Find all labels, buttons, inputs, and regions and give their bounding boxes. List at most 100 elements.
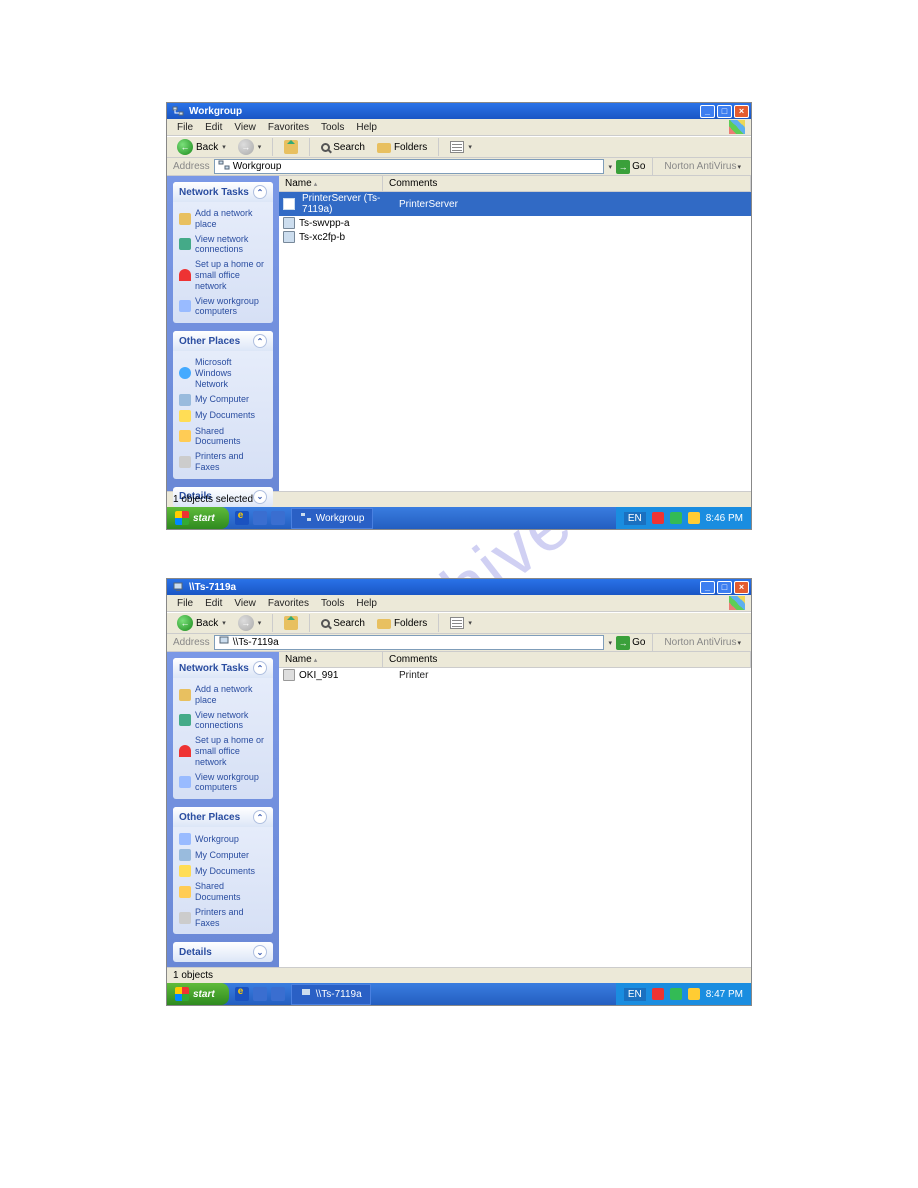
search-button[interactable]: Search	[317, 617, 369, 630]
link-workgroup[interactable]: Workgroup	[179, 831, 267, 847]
panel-header[interactable]: Network Tasks⌃	[173, 182, 273, 202]
list-item[interactable]: PrinterServer (Ts-7119a) PrinterServer	[279, 192, 751, 216]
menu-edit[interactable]: Edit	[199, 122, 228, 133]
views-button[interactable]	[446, 616, 476, 630]
separator	[438, 138, 439, 156]
ie-icon[interactable]	[235, 511, 249, 525]
menu-tools[interactable]: Tools	[315, 122, 350, 133]
menu-favorites[interactable]: Favorites	[262, 598, 315, 609]
column-comments[interactable]: Comments	[383, 652, 751, 667]
link-shared-documents[interactable]: Shared Documents	[179, 879, 267, 905]
minimize-button[interactable]: _	[700, 105, 715, 118]
menu-help[interactable]: Help	[350, 598, 383, 609]
collapse-icon[interactable]: ⌃	[253, 810, 267, 824]
link-view-connections[interactable]: View network connections	[179, 708, 267, 734]
ie-icon[interactable]	[235, 987, 249, 1001]
menu-view[interactable]: View	[228, 598, 262, 609]
maximize-button[interactable]: □	[717, 105, 732, 118]
expand-icon[interactable]: ⌄	[253, 490, 267, 504]
close-button[interactable]: ×	[734, 581, 749, 594]
list-item[interactable]: Ts-xc2fp-b	[279, 230, 751, 244]
menu-file[interactable]: File	[171, 598, 199, 609]
back-button[interactable]: ←Back	[173, 614, 230, 632]
panel-header[interactable]: Other Places⌃	[173, 807, 273, 827]
link-workgroup-computers[interactable]: View workgroup computers	[179, 770, 267, 796]
network-icon	[300, 511, 312, 526]
column-comments[interactable]: Comments	[383, 176, 751, 191]
window-title: Workgroup	[187, 106, 700, 117]
titlebar[interactable]: \\Ts-7119a _ □ ×	[167, 579, 751, 595]
tray-icon[interactable]	[670, 988, 682, 1000]
titlebar[interactable]: Workgroup _ □ ×	[167, 103, 751, 119]
clock[interactable]: 8:46 PM	[706, 513, 743, 524]
minimize-button[interactable]: _	[700, 581, 715, 594]
up-button[interactable]	[280, 615, 302, 631]
quick-launch-icon[interactable]	[271, 511, 285, 525]
menu-favorites[interactable]: Favorites	[262, 122, 315, 133]
taskbar-item[interactable]: Workgroup	[291, 508, 374, 529]
language-indicator[interactable]: EN	[624, 512, 646, 525]
list-item[interactable]: Ts-swvpp-a	[279, 216, 751, 230]
maximize-button[interactable]: □	[717, 581, 732, 594]
column-name[interactable]: Name	[279, 652, 383, 667]
link-my-computer[interactable]: My Computer	[179, 847, 267, 863]
quick-launch-icon[interactable]	[271, 987, 285, 1001]
link-add-network-place[interactable]: Add a network place	[179, 206, 267, 232]
go-button[interactable]: →Go	[616, 636, 645, 650]
start-button[interactable]: start	[167, 983, 229, 1005]
tray-icon[interactable]	[652, 988, 664, 1000]
tray-icon[interactable]	[652, 512, 664, 524]
address-field[interactable]: Workgroup	[214, 159, 604, 174]
link-add-network-place[interactable]: Add a network place	[179, 682, 267, 708]
norton-antivirus[interactable]: Norton AntiVirus	[660, 637, 745, 648]
tray-icon[interactable]	[670, 512, 682, 524]
folders-button[interactable]: Folders	[373, 140, 431, 154]
forward-button[interactable]: →	[234, 614, 266, 632]
link-printers-faxes[interactable]: Printers and Faxes	[179, 905, 267, 931]
taskbar-item[interactable]: \\Ts-7119a	[291, 984, 371, 1005]
quick-launch-icon[interactable]	[253, 987, 267, 1001]
menu-file[interactable]: File	[171, 122, 199, 133]
views-button[interactable]	[446, 140, 476, 154]
link-printers-faxes[interactable]: Printers and Faxes	[179, 449, 267, 475]
norton-antivirus[interactable]: Norton AntiVirus	[660, 161, 745, 172]
link-my-documents[interactable]: My Documents	[179, 863, 267, 879]
search-button[interactable]: Search	[317, 141, 369, 154]
menu-edit[interactable]: Edit	[199, 598, 228, 609]
collapse-icon[interactable]: ⌃	[253, 185, 267, 199]
start-button[interactable]: start	[167, 507, 229, 529]
collapse-icon[interactable]: ⌃	[253, 334, 267, 348]
expand-icon[interactable]: ⌄	[253, 945, 267, 959]
link-setup-network[interactable]: Set up a home or small office network	[179, 257, 267, 293]
clock[interactable]: 8:47 PM	[706, 989, 743, 1000]
panel-header[interactable]: Network Tasks⌃	[173, 658, 273, 678]
link-my-computer[interactable]: My Computer	[179, 392, 267, 408]
tray-icon[interactable]	[688, 512, 700, 524]
address-dropdown[interactable]	[608, 637, 613, 648]
language-indicator[interactable]: EN	[624, 988, 646, 1001]
tray-icon[interactable]	[688, 988, 700, 1000]
link-workgroup-computers[interactable]: View workgroup computers	[179, 294, 267, 320]
panel-header[interactable]: Details⌄	[173, 942, 273, 962]
link-view-connections[interactable]: View network connections	[179, 232, 267, 258]
address-field[interactable]: \\Ts-7119a	[214, 635, 604, 650]
link-setup-network[interactable]: Set up a home or small office network	[179, 733, 267, 769]
link-ms-network[interactable]: Microsoft Windows Network	[179, 355, 267, 391]
menu-help[interactable]: Help	[350, 122, 383, 133]
panel-header[interactable]: Other Places⌃	[173, 331, 273, 351]
list-item[interactable]: OKI_991 Printer	[279, 668, 751, 682]
close-button[interactable]: ×	[734, 105, 749, 118]
menu-tools[interactable]: Tools	[315, 598, 350, 609]
quick-launch-icon[interactable]	[253, 511, 267, 525]
menu-view[interactable]: View	[228, 122, 262, 133]
back-button[interactable]: ←Back	[173, 138, 230, 156]
up-button[interactable]	[280, 139, 302, 155]
address-dropdown[interactable]	[608, 161, 613, 172]
collapse-icon[interactable]: ⌃	[253, 661, 267, 675]
folders-button[interactable]: Folders	[373, 616, 431, 630]
column-name[interactable]: Name	[279, 176, 383, 191]
link-my-documents[interactable]: My Documents	[179, 408, 267, 424]
go-button[interactable]: →Go	[616, 160, 645, 174]
link-shared-documents[interactable]: Shared Documents	[179, 424, 267, 450]
forward-button[interactable]: →	[234, 138, 266, 156]
